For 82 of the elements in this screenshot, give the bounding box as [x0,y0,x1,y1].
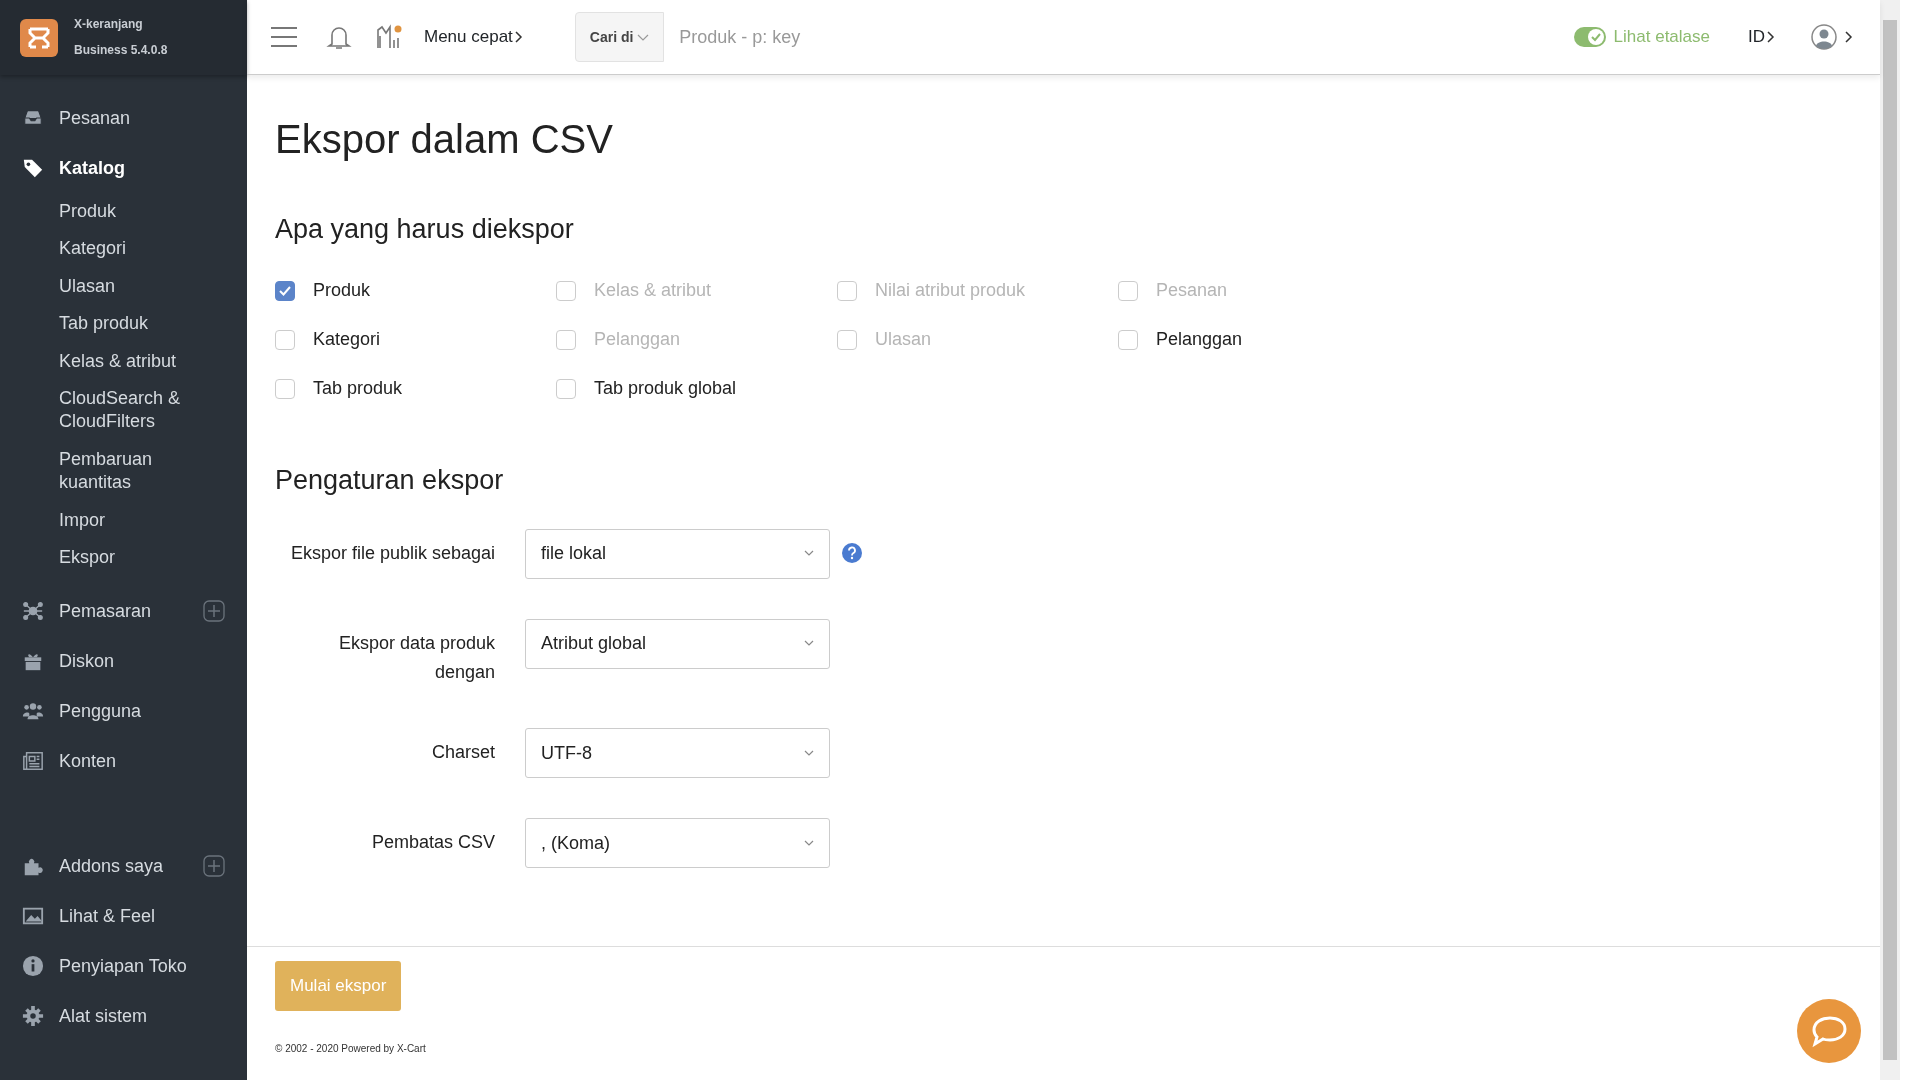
sidebar-label: Penyiapan Toko [59,954,187,978]
sidebar-item[interactable]: Lihat & Feel [0,891,247,942]
submenu-item[interactable]: Kelas & atribut [59,342,199,380]
sidebar-label: Pengguna [59,699,142,723]
field-label: Pembatas CSV [370,831,495,855]
option-label: Tab produk global [594,377,737,401]
option-label: Produk [313,279,371,303]
checkbox[interactable] [275,329,295,350]
option-label: Pelanggan [1156,328,1243,352]
submenu-item[interactable]: Ekspor [59,538,199,577]
field-label: Charset [430,741,495,765]
sidebar-item[interactable]: Penyiapan Toko [0,941,247,992]
sidebar-item[interactable]: Katalog [0,143,247,193]
option-label: Tab produk [313,377,403,401]
checkbox[interactable] [275,378,295,399]
sidebar-item[interactable]: Pengguna [0,686,247,737]
submenu-item[interactable]: Kategori [59,230,199,268]
checkbox[interactable] [275,280,295,301]
sidebar-item[interactable]: Diskon [0,636,247,687]
tag-icon [22,157,44,179]
field-label: Ekspor data produk dengan [337,631,495,685]
sidebar-label: Addons saya [59,854,164,878]
caret-icon [804,749,814,757]
sidebar-label: Pemasaran [59,599,152,623]
check-icon [1586,28,1605,46]
option-label: Kategori [313,328,381,352]
copyright-text: © 2002 - 2020 Powered by X-Cart [275,1041,427,1056]
submenu-item[interactable]: Tab produk [59,305,199,343]
language-selector[interactable]: ID [1748,24,1765,50]
sidebar-item[interactable]: Addons saya [0,841,247,892]
brand-name: X-keranjang [74,16,144,34]
network-icon [22,600,44,623]
caret-icon [804,839,814,847]
select-field[interactable]: , (Koma) [525,818,830,869]
sidebar-item[interactable]: Pemasaran [0,586,247,637]
sidebar-item[interactable]: Pesanan [0,93,247,143]
storefront-toggle[interactable] [1573,27,1606,47]
option-label: Pesanan [1156,279,1228,303]
sidebar-label: Alat sistem [59,1004,148,1028]
section-heading: Pengaturan ekspor [275,464,505,497]
sidebar-label: Diskon [59,649,115,673]
select-field[interactable]: file lokal [525,528,830,579]
caret-icon [804,550,814,558]
chevron-icon [1843,30,1855,44]
submenu-item[interactable]: Ulasan [59,267,199,306]
logo-icon [20,18,58,57]
caret-icon [637,33,650,42]
sidebar-item[interactable]: Konten [0,736,247,787]
newspaper-icon [22,750,44,773]
checkbox[interactable] [556,378,576,399]
sidebar-label: Lihat & Feel [59,904,156,928]
settings-icon [22,1005,44,1028]
version-text: Business 5.4.0.8 [74,41,168,59]
search-field[interactable]: Produk - p: key [664,12,835,62]
sidebar-item[interactable]: Alat sistem [0,991,247,1042]
avatar-icon [1811,24,1837,50]
scrollbar-thumb[interactable] [1883,20,1897,1060]
page-title: Ekspor dalam CSV [275,116,614,163]
chevron-icon [1765,30,1777,44]
field-label: Ekspor file publik sebagai [289,541,495,565]
caret-icon [804,640,814,648]
quick-menu-link[interactable]: Menu cepat [424,24,513,50]
submenu-item[interactable]: CloudSearch & CloudFilters [59,379,199,441]
option-label: Nilai atribut produk [875,279,1026,303]
chat-icon [1796,998,1862,1064]
chevron-icon [512,30,525,44]
checkbox[interactable] [1118,329,1138,350]
select-field[interactable]: UTF-8 [525,728,830,779]
section-heading: Apa yang harus diekspor [275,213,575,246]
option-label: Ulasan [875,328,932,352]
sidebar-label: Pesanan [59,106,131,130]
sidebar-label: Konten [59,749,117,773]
search-scope-dropdown[interactable]: Cari di [574,12,665,62]
submenu-item[interactable]: Impor [59,501,199,539]
sidebar-label: Katalog [59,156,125,180]
option-label: Pelanggan [594,328,681,352]
option-label: Kelas & atribut [594,279,712,303]
select-field[interactable]: Atribut global [525,618,830,669]
submenu-item[interactable]: Produk [59,193,199,231]
check-icon [279,285,291,296]
info-icon [22,955,44,978]
submenu-item[interactable]: Pembaruan kuantitas [59,440,199,502]
